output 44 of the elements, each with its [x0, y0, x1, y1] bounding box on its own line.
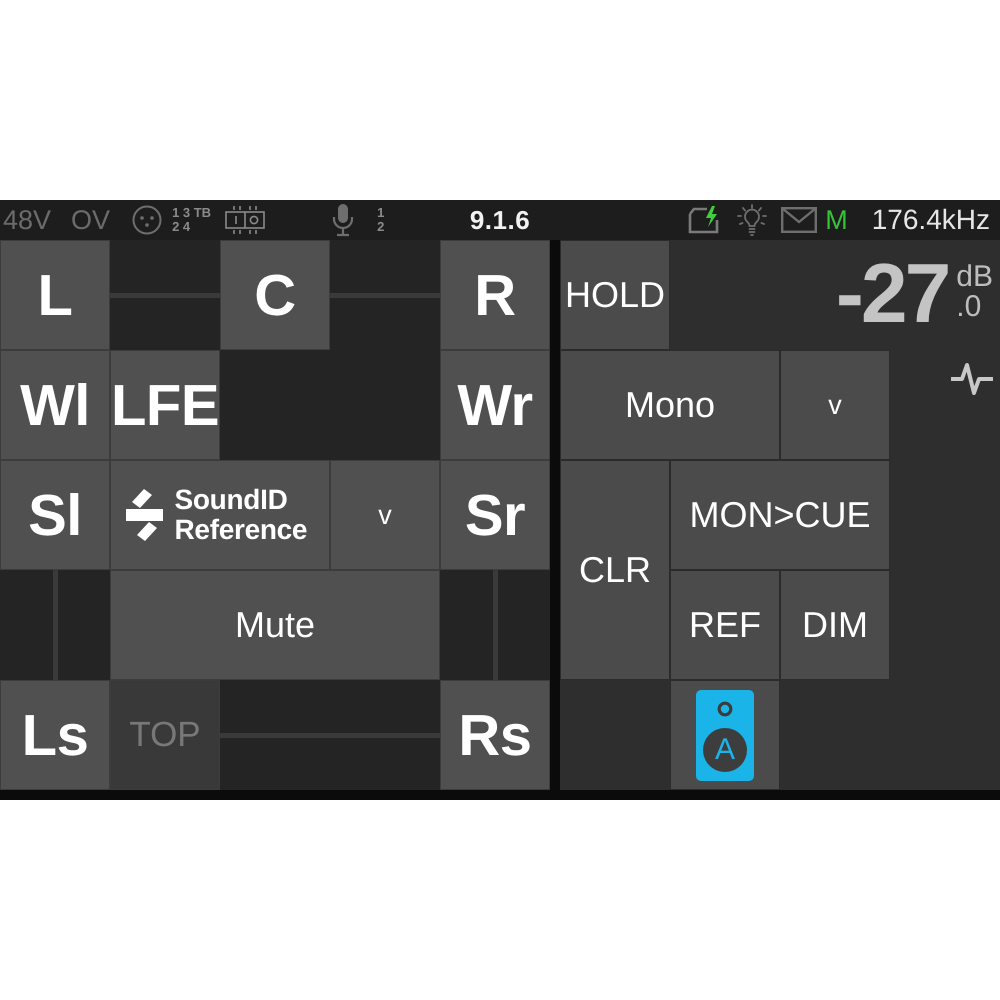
ring-icon: [717, 700, 733, 716]
mute-button[interactable]: Mute: [110, 570, 440, 680]
soundid-button[interactable]: SoundID Reference: [110, 460, 330, 570]
speaker-set-button[interactable]: A: [670, 680, 780, 790]
mode-indicator: M: [825, 206, 848, 234]
pulse-icon[interactable]: [951, 360, 993, 396]
dropdown-button[interactable]: v: [330, 460, 440, 570]
speaker-button[interactable]: Ls: [0, 680, 110, 790]
status-indicator: 48V: [3, 206, 52, 234]
ref-button[interactable]: REF: [670, 570, 780, 680]
soundid-label: SoundID Reference: [174, 485, 308, 545]
lightbulb-icon: [737, 204, 768, 236]
input-channel-label: 1 3 TB: [172, 206, 212, 220]
speaker-button[interactable]: Wl: [0, 350, 110, 460]
mic-channel-label: 1: [377, 206, 384, 220]
level-fraction: .0: [956, 292, 982, 322]
dropdown-button[interactable]: v: [780, 350, 890, 460]
hold-button[interactable]: HOLD: [560, 240, 670, 350]
switch-icon: [225, 206, 266, 234]
clear-button[interactable]: CLR: [560, 460, 670, 680]
dim-button[interactable]: DIM: [780, 570, 890, 680]
speaker-button[interactable]: Rs: [440, 680, 550, 790]
firmware-version: 9.1.6: [470, 207, 530, 233]
level-unit: dB: [956, 262, 993, 292]
speaker-button[interactable]: R: [440, 240, 550, 350]
logo-icon: [126, 488, 162, 542]
speaker-button[interactable]: LFE: [110, 350, 220, 460]
xlr-connector-icon: [132, 205, 162, 235]
mic-channel-label: 2: [377, 220, 384, 234]
status-indicator: OV: [71, 206, 110, 234]
sample-rate: 176.4kHz: [872, 206, 990, 234]
speaker-set-label: A: [703, 728, 747, 772]
mon-cue-button[interactable]: MON>CUE: [670, 460, 890, 570]
mono-button[interactable]: Mono: [560, 350, 780, 460]
microphone-icon: [331, 203, 356, 237]
speaker-button[interactable]: C: [220, 240, 330, 350]
speaker-button[interactable]: Wr: [440, 350, 550, 460]
speaker-button[interactable]: Sr: [440, 460, 550, 570]
input-channel-label: 2 4: [172, 220, 192, 234]
speaker-button[interactable]: Sl: [0, 460, 110, 570]
envelope-icon: [781, 207, 818, 233]
card-lightning-icon: [687, 205, 722, 235]
speaker-button[interactable]: L: [0, 240, 110, 350]
level-value: -27: [836, 251, 948, 335]
